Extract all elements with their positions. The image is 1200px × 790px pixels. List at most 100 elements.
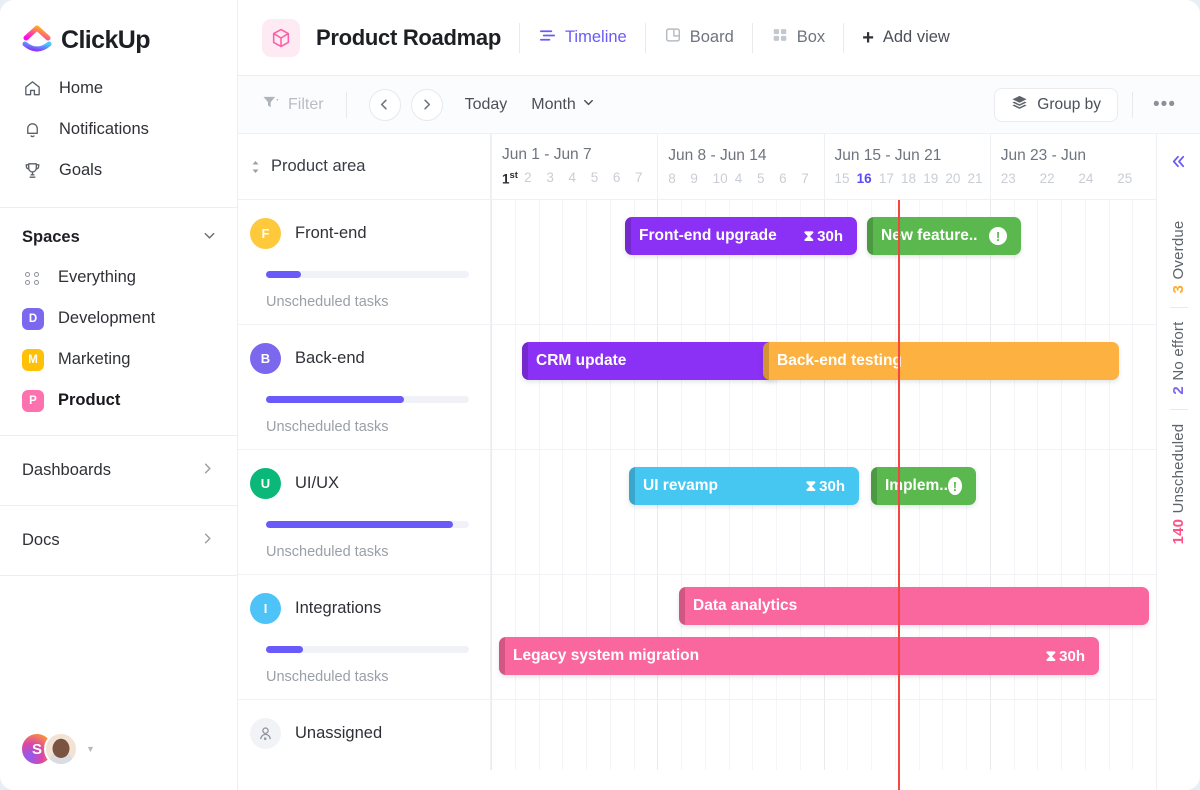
row-avatar: B bbox=[250, 343, 281, 374]
row-header[interactable]: B Back-end Unscheduled tasks bbox=[238, 325, 491, 449]
chevron-down-icon[interactable] bbox=[202, 228, 217, 247]
rail-label: Unscheduled bbox=[1170, 424, 1187, 514]
row-header[interactable]: I Integrations Unscheduled tasks bbox=[238, 575, 491, 699]
brand-logo[interactable]: ClickUp bbox=[0, 0, 237, 58]
day-cell-today: 16 bbox=[856, 171, 872, 186]
next-period-button[interactable] bbox=[410, 88, 443, 121]
sidebar-item-home[interactable]: Home bbox=[0, 68, 237, 109]
rail-item-no-effort[interactable]: 2 No effort bbox=[1170, 308, 1187, 409]
task-label: New feature.. bbox=[881, 227, 978, 244]
timeline-icon bbox=[538, 26, 557, 50]
timeline-wrapper: Product area Jun 1 - Jun 7 1st 2 3 4 5 6 bbox=[238, 134, 1200, 790]
day-numbers: 15 16 17 18 19 20 21 bbox=[835, 171, 990, 186]
rail-item-unscheduled[interactable]: 140 Unscheduled bbox=[1170, 410, 1187, 558]
home-icon bbox=[22, 78, 43, 99]
unscheduled-tasks-label[interactable]: Unscheduled tasks bbox=[266, 669, 490, 685]
today-button[interactable]: Today bbox=[465, 96, 508, 114]
divider bbox=[644, 22, 646, 53]
task-bar[interactable]: New feature.. ! bbox=[867, 217, 1021, 255]
day-cell: 20 bbox=[945, 171, 961, 186]
unscheduled-tasks-label[interactable]: Unscheduled tasks bbox=[266, 294, 490, 310]
unscheduled-tasks-label[interactable]: Unscheduled tasks bbox=[266, 544, 490, 560]
week-label: Jun 15 - Jun 21 bbox=[834, 147, 942, 164]
task-bar[interactable]: Front-end upgrade ⧗ 30h bbox=[625, 217, 857, 255]
task-estimate: ⧗ 30h bbox=[1045, 647, 1085, 665]
chevron-right-icon bbox=[200, 531, 215, 551]
chevron-down-icon bbox=[582, 96, 595, 114]
week-header[interactable]: Jun 1 - Jun 7 1st 2 3 4 5 6 7 bbox=[491, 134, 657, 199]
task-bar[interactable]: CRM update bbox=[522, 342, 778, 380]
sidebar-item-goals[interactable]: Goals bbox=[0, 150, 237, 191]
sidebar-item-marketing[interactable]: M Marketing bbox=[0, 339, 237, 380]
day-cell: 4 bbox=[734, 171, 743, 186]
task-bar[interactable]: Data analytics bbox=[679, 587, 1149, 625]
task-label: Legacy system migration bbox=[513, 647, 700, 664]
sidebar-item-notifications[interactable]: Notifications bbox=[0, 109, 237, 150]
sidebar-item-everything[interactable]: Everything bbox=[0, 257, 237, 298]
sidebar-item-development[interactable]: D Development bbox=[0, 298, 237, 339]
rail-count: 2 bbox=[1170, 386, 1187, 396]
task-bar[interactable]: Implem.. ! bbox=[871, 467, 976, 505]
timeline-row: I Integrations Unscheduled tasks Data an… bbox=[238, 575, 1156, 700]
sidebar-item-dashboards[interactable]: Dashboards bbox=[0, 450, 237, 491]
avatar-photo[interactable] bbox=[44, 732, 78, 766]
add-view-button[interactable]: + Add view bbox=[862, 28, 950, 48]
range-selector[interactable]: Month bbox=[531, 96, 594, 114]
row-header[interactable]: F Front-end Unscheduled tasks bbox=[238, 200, 491, 324]
sidebar-item-docs[interactable]: Docs bbox=[0, 520, 237, 561]
rail-count: 3 bbox=[1170, 284, 1187, 294]
funnel-icon bbox=[262, 95, 279, 115]
timeline-header: Product area Jun 1 - Jun 7 1st 2 3 4 5 6 bbox=[238, 134, 1156, 200]
space-label: Product bbox=[58, 391, 121, 409]
add-view-label: Add view bbox=[882, 28, 950, 46]
row-avatar: F bbox=[250, 218, 281, 249]
divider bbox=[345, 91, 347, 118]
task-bar[interactable]: Legacy system migration ⧗ 30h bbox=[499, 637, 1099, 675]
warning-icon: ! bbox=[947, 477, 962, 495]
timeline-toolbar: Filter Today Month Group by ••• bbox=[238, 76, 1200, 134]
plus-icon: + bbox=[862, 26, 874, 49]
spaces-header[interactable]: Spaces bbox=[0, 208, 237, 257]
day-cell: 17 bbox=[878, 171, 894, 186]
task-bar[interactable]: UI revamp ⧗ 30h bbox=[629, 467, 859, 505]
progress-fill bbox=[266, 521, 453, 528]
grid-columns bbox=[491, 700, 1156, 770]
task-bar[interactable]: Back-end testing bbox=[763, 342, 1119, 380]
group-by-button[interactable]: Group by bbox=[994, 87, 1119, 122]
task-label: UI revamp bbox=[643, 477, 718, 494]
week-header[interactable]: Jun 23 - Jun 23 22 24 25 bbox=[989, 134, 1156, 199]
brand-name: ClickUp bbox=[61, 25, 150, 54]
week-headers: Jun 1 - Jun 7 1st 2 3 4 5 6 7 Jun 8 - Ju… bbox=[491, 134, 1156, 199]
ellipsis-icon[interactable]: ••• bbox=[1147, 94, 1182, 116]
tab-timeline[interactable]: Timeline bbox=[538, 26, 627, 50]
user-avatars[interactable]: S ▼ bbox=[20, 732, 95, 766]
unscheduled-tasks-label[interactable]: Unscheduled tasks bbox=[266, 419, 490, 435]
hourglass-icon: ⧗ bbox=[805, 477, 817, 495]
chevrons-left-icon[interactable] bbox=[1169, 152, 1188, 177]
product-area-column-header[interactable]: Product area bbox=[238, 134, 491, 199]
tab-box[interactable]: Box bbox=[771, 26, 825, 49]
caret-down-icon[interactable]: ▼ bbox=[86, 744, 95, 754]
divider bbox=[0, 575, 237, 576]
hourglass-icon: ⧗ bbox=[803, 227, 815, 245]
week-header[interactable]: Jun 15 - Jun 21 15 16 17 18 19 20 21 bbox=[823, 134, 990, 199]
sidebar-item-product[interactable]: P Product bbox=[0, 380, 237, 421]
day-cell: 3 bbox=[546, 170, 554, 186]
tab-board[interactable]: Board bbox=[664, 26, 734, 49]
prev-period-button[interactable] bbox=[368, 88, 401, 121]
divider bbox=[0, 435, 237, 436]
user-slash-icon bbox=[250, 718, 281, 749]
row-label: Back-end bbox=[295, 349, 365, 367]
week-header[interactable]: Jun 8 - Jun 14 8 9 10 4 5 6 7 bbox=[657, 134, 823, 199]
sort-icon bbox=[250, 159, 261, 175]
progress-fill bbox=[266, 396, 405, 403]
progress-fill bbox=[266, 271, 301, 278]
rail-item-overdue[interactable]: 3 Overdue bbox=[1170, 207, 1187, 307]
row-header[interactable]: U UI/UX Unscheduled tasks bbox=[238, 450, 491, 574]
board-icon bbox=[664, 26, 682, 49]
progress-bar bbox=[266, 646, 469, 653]
filter-button[interactable]: Filter bbox=[262, 95, 324, 115]
right-rail: 3 Overdue 2 No effort 140 Unscheduled bbox=[1156, 134, 1200, 790]
row-avatar: I bbox=[250, 593, 281, 624]
row-header[interactable]: Unassigned bbox=[238, 700, 491, 770]
